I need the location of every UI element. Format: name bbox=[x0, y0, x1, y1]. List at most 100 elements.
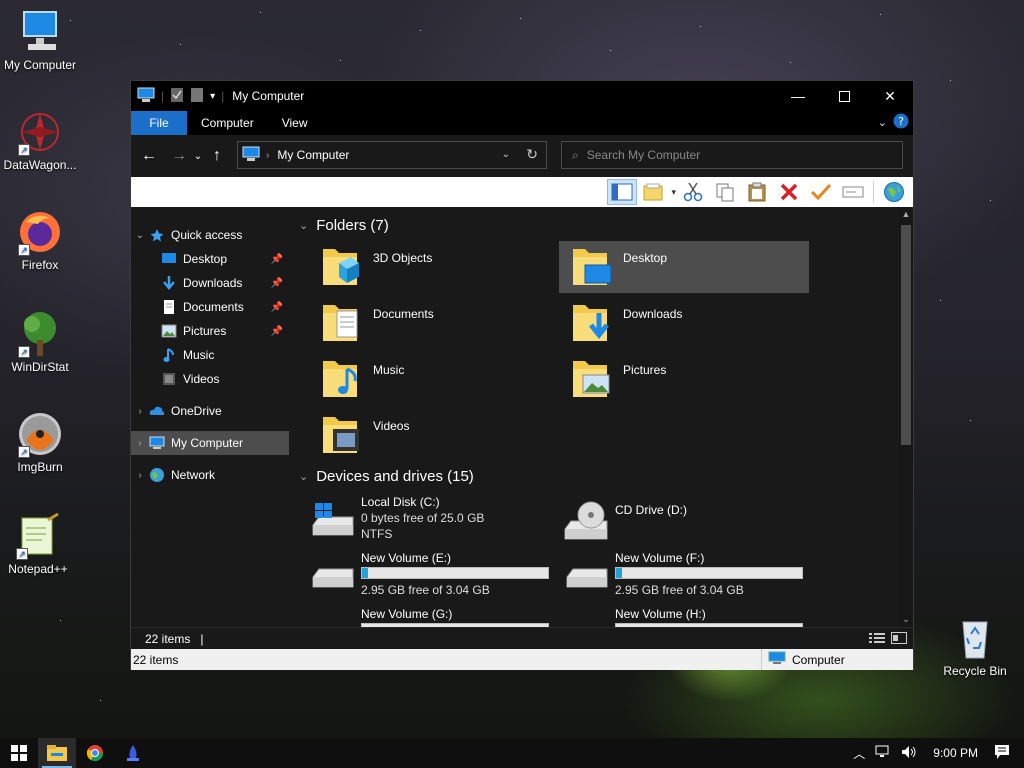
pin-icon[interactable]: 📌 bbox=[271, 254, 283, 265]
nav-onedrive[interactable]: › OneDrive bbox=[131, 399, 289, 423]
separator: | bbox=[221, 89, 225, 103]
network-status-icon[interactable] bbox=[875, 745, 891, 762]
select-checkmark-button[interactable] bbox=[806, 179, 836, 205]
drive-e[interactable]: New Volume (E:) 2.95 GB free of 3.04 GB bbox=[305, 549, 555, 601]
cut-button[interactable] bbox=[678, 179, 708, 205]
tab-view[interactable]: View bbox=[268, 111, 322, 135]
desktop-icon-datawagon[interactable]: ↗ DataWagon... bbox=[0, 108, 80, 172]
folder-name: Music bbox=[373, 363, 405, 377]
drive-name: CD Drive (D:) bbox=[615, 503, 687, 517]
customize-qat-icon[interactable]: ▾ bbox=[210, 91, 215, 102]
taskbar-chrome[interactable] bbox=[76, 738, 114, 768]
tab-file[interactable]: File bbox=[131, 111, 187, 135]
taskbar-app-icon[interactable] bbox=[114, 738, 152, 768]
pin-icon[interactable]: 📌 bbox=[271, 302, 283, 313]
up-button[interactable]: ↑ bbox=[205, 144, 229, 168]
chevron-right-icon[interactable]: › bbox=[131, 438, 149, 449]
network-globe-button[interactable] bbox=[879, 179, 909, 205]
start-button[interactable] bbox=[0, 738, 38, 768]
desktop-icon-recycle-bin[interactable]: Recycle Bin bbox=[935, 614, 1015, 678]
nav-desktop[interactable]: Desktop 📌 bbox=[131, 247, 289, 271]
computer-icon bbox=[16, 8, 64, 56]
chevron-down-icon[interactable]: ⌄ bbox=[299, 470, 308, 483]
desktop-icon bbox=[161, 251, 177, 267]
nav-documents[interactable]: Documents 📌 bbox=[131, 295, 289, 319]
desktop-icon-notepadpp[interactable]: ↗ Notepad++ bbox=[0, 512, 78, 576]
delete-button[interactable] bbox=[774, 179, 804, 205]
drive-d[interactable]: CD Drive (D:) bbox=[559, 493, 809, 545]
computer-icon bbox=[242, 146, 260, 165]
folder-downloads[interactable]: Downloads bbox=[559, 297, 809, 349]
desktop-icon-firefox[interactable]: ↗ Firefox bbox=[0, 208, 80, 272]
desktop-icon-label: WinDirStat bbox=[11, 360, 69, 374]
folder-pictures[interactable]: Pictures bbox=[559, 353, 809, 405]
new-folder-icon[interactable] bbox=[190, 87, 204, 106]
drive-free-space: 2.95 GB free of 3.04 GB bbox=[361, 583, 490, 597]
refresh-icon[interactable]: ↻ bbox=[526, 146, 538, 163]
folder-3d-objects[interactable]: 3D Objects bbox=[309, 241, 559, 293]
desktop-icon-imgburn[interactable]: ↗ ImgBurn bbox=[0, 410, 80, 474]
nav-pictures[interactable]: Pictures 📌 bbox=[131, 319, 289, 343]
nav-network[interactable]: › Network bbox=[131, 463, 289, 487]
vertical-scrollbar[interactable]: ▲ ⌄ bbox=[899, 207, 913, 627]
scrollbar-thumb[interactable] bbox=[901, 225, 911, 445]
breadcrumb-chevron-icon[interactable]: › bbox=[266, 150, 269, 161]
devices-group-header[interactable]: ⌄ Devices and drives (15) bbox=[299, 468, 474, 485]
folder-videos[interactable]: Videos bbox=[309, 409, 559, 461]
forward-button[interactable]: → bbox=[167, 144, 191, 168]
nav-quick-access[interactable]: ⌄ Quick access bbox=[131, 223, 289, 247]
desktop-icon-label: My Computer bbox=[3, 58, 77, 72]
tiles-view-icon[interactable] bbox=[891, 632, 907, 647]
expand-ribbon-icon[interactable]: ⌄ bbox=[878, 116, 887, 129]
views-dropdown-icon[interactable]: ▾ bbox=[671, 187, 676, 198]
details-view-icon[interactable] bbox=[869, 632, 885, 647]
ribbon-tabs: File Computer View ⌄ ? bbox=[131, 111, 913, 135]
address-dropdown-icon[interactable]: ⌄ bbox=[502, 149, 510, 160]
rename-button[interactable] bbox=[838, 179, 868, 205]
recent-locations-button[interactable]: ⌄ bbox=[191, 144, 205, 168]
preview-pane-button[interactable] bbox=[607, 179, 638, 205]
desktop-icon-label: Notepad++ bbox=[8, 562, 68, 576]
drive-h[interactable]: New Volume (H:) bbox=[559, 605, 809, 627]
taskbar-file-explorer[interactable] bbox=[38, 738, 76, 768]
scroll-up-icon[interactable]: ▲ bbox=[899, 209, 913, 219]
folder-desktop[interactable]: Desktop bbox=[559, 241, 809, 293]
action-center-icon[interactable] bbox=[994, 744, 1010, 763]
nav-videos[interactable]: Videos bbox=[131, 367, 289, 391]
scroll-down-icon[interactable]: ⌄ bbox=[899, 614, 913, 625]
tab-computer[interactable]: Computer bbox=[187, 111, 268, 135]
back-button[interactable]: ← bbox=[137, 144, 161, 168]
search-box[interactable]: ⌕ Search My Computer bbox=[561, 141, 903, 169]
desktop-icon-windirstat[interactable]: ↗ WinDirStat bbox=[0, 310, 80, 374]
clock[interactable]: 9:00 PM bbox=[933, 746, 978, 760]
chevron-down-icon[interactable]: ⌄ bbox=[131, 230, 149, 241]
volume-icon[interactable] bbox=[901, 745, 917, 762]
drive-c[interactable]: Local Disk (C:) 0 bytes free of 25.0 GB … bbox=[305, 493, 555, 545]
views-button[interactable] bbox=[639, 179, 669, 205]
drive-f[interactable]: New Volume (F:) 2.95 GB free of 3.04 GB bbox=[559, 549, 809, 601]
pin-icon[interactable]: 📌 bbox=[271, 326, 283, 337]
close-button[interactable]: ✕ bbox=[867, 81, 913, 111]
copy-button[interactable] bbox=[710, 179, 740, 205]
chevron-down-icon[interactable]: ⌄ bbox=[299, 219, 308, 232]
maximize-button[interactable] bbox=[821, 81, 867, 111]
folder-name: Videos bbox=[373, 419, 410, 433]
chevron-right-icon[interactable]: › bbox=[131, 470, 149, 481]
nav-my-computer[interactable]: › My Computer bbox=[131, 431, 289, 455]
folder-documents[interactable]: Documents bbox=[309, 297, 559, 349]
nav-downloads[interactable]: Downloads 📌 bbox=[131, 271, 289, 295]
show-hidden-icons-chevron-icon[interactable]: ︿ bbox=[853, 745, 865, 762]
drive-g[interactable]: New Volume (G:) bbox=[305, 605, 555, 627]
chevron-right-icon[interactable]: › bbox=[131, 406, 149, 417]
nav-music[interactable]: Music bbox=[131, 343, 289, 367]
paste-button[interactable] bbox=[742, 179, 772, 205]
desktop-icon-my-computer[interactable]: My Computer bbox=[0, 8, 80, 72]
help-icon[interactable]: ? bbox=[893, 113, 909, 132]
folders-group-header[interactable]: ⌄ Folders (7) bbox=[299, 217, 389, 234]
pin-icon[interactable]: 📌 bbox=[271, 278, 283, 289]
properties-icon[interactable] bbox=[170, 87, 184, 106]
address-path[interactable]: My Computer bbox=[277, 148, 349, 162]
minimize-button[interactable]: — bbox=[775, 81, 821, 111]
folder-music[interactable]: Music bbox=[309, 353, 559, 405]
address-bar[interactable]: › My Computer ⌄ ↻ bbox=[237, 141, 547, 169]
